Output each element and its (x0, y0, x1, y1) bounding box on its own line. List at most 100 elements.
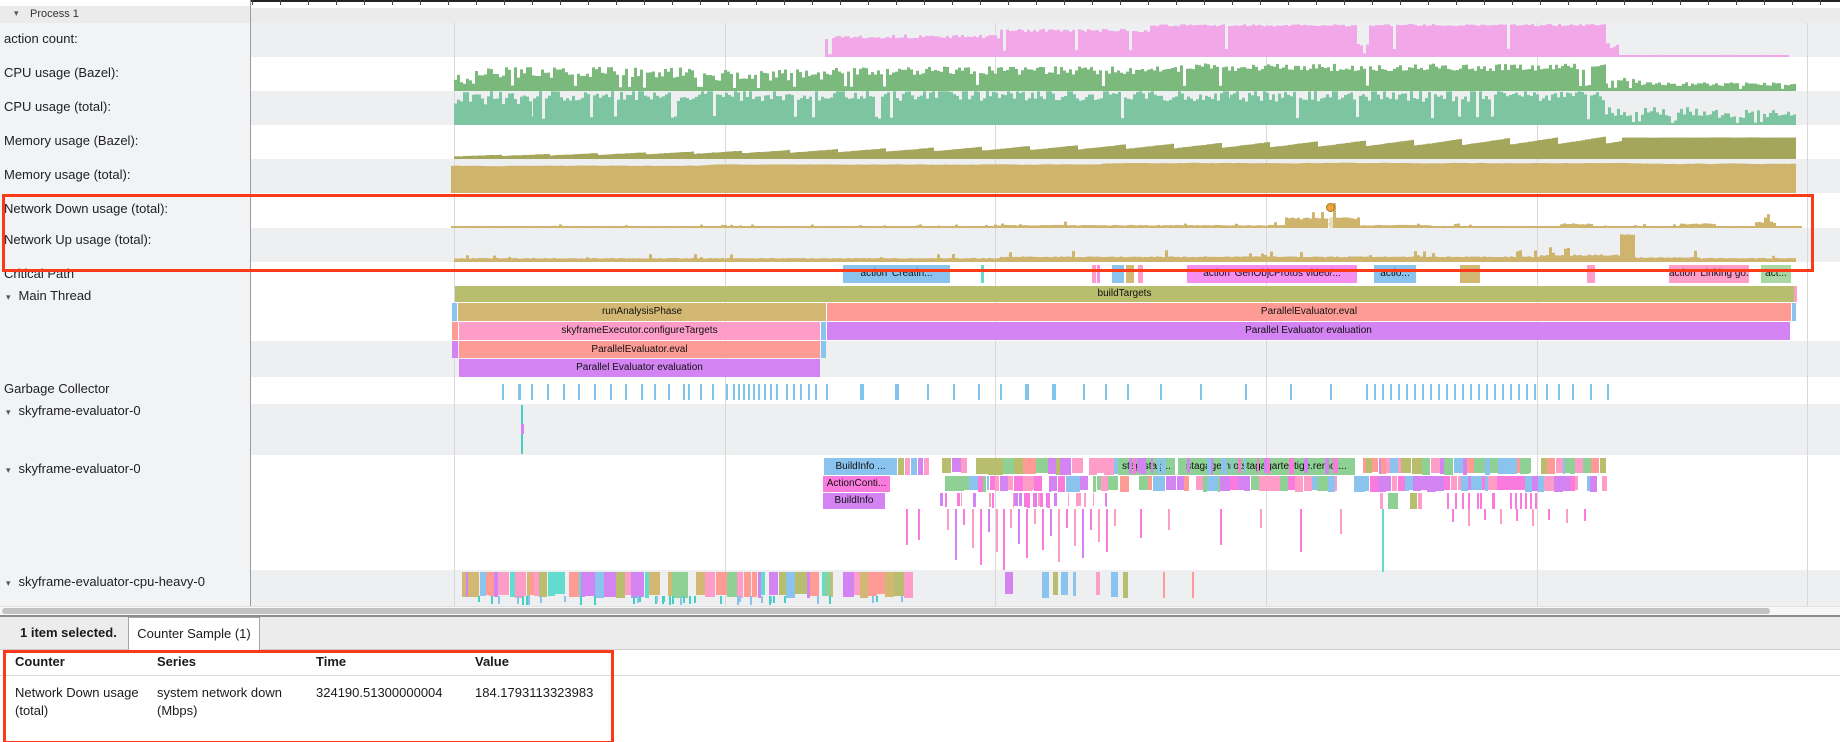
gc-tick[interactable] (1526, 384, 1528, 400)
track-label-network-up-usage-total-[interactable]: Network Up usage (total): (4, 232, 151, 247)
evaluator2-callstack-line[interactable] (1114, 509, 1116, 526)
evaluator2-slice[interactable] (1474, 458, 1485, 473)
gc-tick[interactable] (578, 384, 580, 400)
cpu-heavy-slice[interactable] (860, 572, 868, 598)
evaluator2-callstack-line[interactable] (947, 509, 949, 530)
gc-tick[interactable] (1454, 384, 1456, 400)
track-label-skyframe-evaluator-0[interactable]: ▾skyframe-evaluator-0 (18, 461, 141, 476)
evaluator2-slice[interactable] (1444, 458, 1453, 475)
gc-tick[interactable] (953, 384, 955, 400)
evaluator2-callstack-line[interactable] (972, 509, 974, 548)
cpu-heavy-subtick[interactable] (656, 596, 658, 602)
gc-tick[interactable] (1470, 384, 1472, 400)
evaluator2-slice[interactable] (1480, 493, 1482, 509)
evaluator2-stag-stag-[interactable]: stag,stag... (1118, 458, 1175, 475)
cpu-heavy-subtick[interactable] (498, 596, 500, 604)
gc-tick[interactable] (808, 384, 810, 400)
evaluator2-slice[interactable] (1530, 493, 1532, 509)
evaluator2-slice[interactable] (1106, 493, 1107, 507)
critical-path-slice[interactable] (1092, 265, 1096, 283)
evaluator2-slice[interactable] (1398, 476, 1405, 491)
cpu-heavy-slice[interactable] (616, 572, 625, 598)
evaluator2-slice[interactable] (911, 458, 917, 475)
evaluator2-slice[interactable] (1034, 476, 1042, 491)
evaluator2-slice[interactable] (1097, 458, 1104, 473)
evaluator2-slice[interactable] (1517, 476, 1524, 490)
gc-tick[interactable] (927, 384, 929, 400)
cpu-heavy-subtick[interactable] (876, 596, 878, 602)
cpu-heavy-subtick[interactable] (817, 596, 819, 604)
evaluator2-callstack-line[interactable] (1260, 509, 1262, 528)
evaluator2-slice[interactable] (973, 493, 976, 507)
evaluator2-slice[interactable] (954, 476, 964, 491)
evaluator2-slice[interactable] (1412, 458, 1422, 474)
gc-tick[interactable] (1462, 384, 1464, 400)
evaluator2-slice[interactable] (898, 458, 904, 475)
evaluator2-slice[interactable] (1108, 476, 1118, 490)
cpu-heavy-slice[interactable] (737, 572, 743, 598)
evaluator2-slice[interactable] (1161, 458, 1166, 474)
track-label-action-count-[interactable]: action count: (4, 31, 78, 46)
gc-tick[interactable] (1590, 384, 1592, 400)
cpu-heavy-slice[interactable] (904, 572, 913, 598)
cpu-heavy-subtick[interactable] (517, 596, 519, 604)
cpu-heavy-subtick[interactable] (580, 596, 582, 605)
track-label-network-down-usage-total-[interactable]: Network Down usage (total): (4, 201, 168, 216)
evaluator2-slice[interactable] (983, 476, 985, 492)
evaluator2-slice[interactable] (918, 458, 923, 475)
gc-tick[interactable] (563, 384, 565, 400)
gc-tick[interactable] (1430, 384, 1432, 400)
cpu-heavy-slice[interactable] (831, 572, 833, 597)
evaluator2-slice[interactable] (1014, 458, 1023, 474)
gc-tick[interactable] (1486, 384, 1488, 400)
evaluator2-slice[interactable] (1187, 458, 1190, 473)
counter-chart-cpu-total[interactable] (450, 91, 1810, 125)
evaluator2-slice[interactable] (1520, 493, 1522, 509)
gc-tick[interactable] (625, 384, 627, 400)
evaluator2-slice[interactable] (1556, 458, 1563, 473)
cpu-heavy-subtick[interactable] (694, 596, 696, 603)
evaluator2-slice[interactable] (1093, 493, 1094, 506)
evaluator2-slice[interactable] (1068, 493, 1069, 506)
cpu-heavy-slice[interactable] (769, 572, 778, 595)
track-label-cpu-usage-total-[interactable]: CPU usage (total): (4, 99, 111, 114)
evaluator2-callstack-line[interactable] (996, 509, 998, 552)
evaluator2-slice[interactable] (1335, 476, 1337, 491)
cpu-heavy-slice[interactable] (795, 572, 806, 594)
evaluator2-callstack-line[interactable] (955, 509, 957, 560)
gc-tick[interactable] (743, 384, 745, 400)
evaluator2-slice[interactable] (1520, 458, 1529, 474)
cpu-heavy-slice[interactable] (810, 572, 819, 596)
cpu-heavy-slice[interactable] (786, 572, 796, 598)
gc-tick[interactable] (1025, 384, 1029, 400)
evaluator2-callstack-line[interactable] (1220, 509, 1222, 545)
gc-tick[interactable] (531, 384, 533, 400)
cpu-heavy-subtick[interactable] (829, 596, 831, 604)
critical-path-action-creatin-[interactable]: action 'Creatin... (843, 265, 950, 283)
evaluator2-slice[interactable] (1023, 476, 1031, 491)
evaluator2-slice[interactable] (1036, 458, 1049, 473)
gc-tick[interactable] (1083, 384, 1085, 400)
evaluator2-callstack-line[interactable] (1018, 509, 1020, 544)
cpu-heavy-subtick[interactable] (663, 596, 665, 602)
evaluator2-actionconti-[interactable]: ActionConti... (823, 476, 890, 492)
critical-path-slice[interactable] (1460, 265, 1480, 283)
evaluator2-slice[interactable] (1295, 476, 1303, 492)
evaluator2-slice[interactable] (1590, 476, 1598, 492)
evaluator2-slice[interactable] (1477, 493, 1479, 509)
gc-tick[interactable] (1160, 384, 1162, 400)
evaluator2-slice[interactable] (1492, 493, 1495, 509)
gc-tick[interactable] (1510, 384, 1512, 400)
evaluator2-callstack-line[interactable] (1098, 509, 1100, 542)
track-label-memory-usage-bazel-[interactable]: Memory usage (Bazel): (4, 133, 138, 148)
evaluator2-slice[interactable] (1058, 476, 1066, 492)
evaluator2-slice[interactable] (1231, 458, 1233, 474)
main-thread-parallelevaluator-eval[interactable]: ParallelEvaluator.eval (459, 341, 820, 358)
evaluator2-slice[interactable] (1388, 493, 1398, 509)
evaluator2-slice[interactable] (1515, 493, 1517, 509)
gc-tick[interactable] (770, 384, 772, 400)
evaluator2-callstack-line[interactable] (1452, 509, 1454, 522)
evaluator2-slice[interactable] (1259, 476, 1270, 491)
cpu-heavy-slice[interactable] (585, 572, 596, 596)
evaluator2-slice[interactable] (1289, 458, 1294, 474)
